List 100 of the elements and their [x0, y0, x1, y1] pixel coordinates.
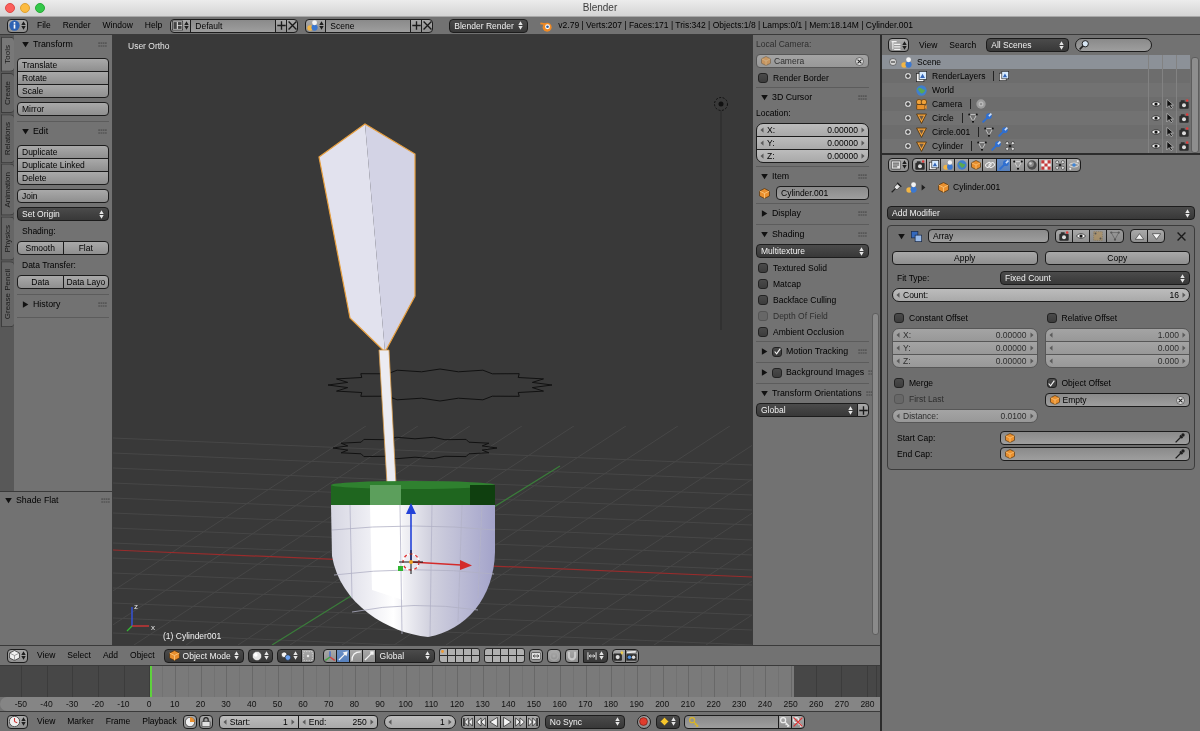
delete-button[interactable] — [286, 18, 299, 33]
layer-button[interactable] — [500, 656, 508, 662]
menu-item[interactable]: Select — [61, 650, 97, 661]
number-field[interactable]: X: 0.00000 — [756, 123, 869, 137]
expanded-icon[interactable] — [761, 94, 768, 101]
tree-row[interactable]: Camera — [882, 97, 1190, 111]
expand-icon[interactable] — [904, 72, 912, 80]
layer-button[interactable] — [439, 656, 447, 662]
editor-type-button[interactable] — [7, 18, 28, 33]
manipulator-button[interactable] — [322, 648, 337, 663]
viewport[interactable]: User Ortho z x (1) Cylinder001 — [113, 35, 752, 645]
layer-button[interactable] — [463, 656, 471, 662]
apply-button[interactable]: Apply — [892, 251, 1038, 265]
tool-button[interactable]: Flat — [62, 241, 109, 255]
vertex-triangle-icon[interactable] — [984, 127, 995, 137]
editor-type-button[interactable] — [7, 714, 28, 729]
editor-type-button[interactable] — [888, 38, 909, 52]
editor-type-button[interactable] — [7, 648, 28, 663]
layer-button[interactable] — [516, 656, 524, 662]
checkbox[interactable] — [758, 295, 768, 305]
checkbox-label[interactable]: Constant Offset — [909, 312, 968, 324]
editor-type-button[interactable] — [888, 157, 909, 172]
number-field[interactable]: Y: 0.00000 — [892, 341, 1038, 355]
panel-title[interactable]: Display — [772, 208, 801, 219]
tool-button[interactable]: Smooth — [17, 241, 64, 255]
modifier-name-field[interactable]: Array — [928, 229, 1049, 243]
toggle-button[interactable] — [1055, 229, 1073, 243]
layer-button[interactable] — [508, 649, 516, 655]
tool-button[interactable]: Mirror — [17, 102, 109, 116]
sync-dropdown[interactable]: No Sync — [544, 714, 625, 729]
expand-icon[interactable] — [904, 100, 912, 108]
menu-item[interactable]: Search — [943, 39, 983, 51]
number-field[interactable]: Z: 0.00000 — [756, 149, 869, 163]
checkbox-label[interactable]: First Last — [909, 393, 944, 405]
panel-title[interactable]: Edit — [33, 126, 49, 137]
pointer-icon[interactable] — [1164, 141, 1175, 151]
context-tab[interactable] — [1066, 157, 1081, 172]
panel-title[interactable]: History — [33, 299, 61, 310]
layer-button[interactable] — [447, 649, 455, 655]
pointer-icon[interactable] — [1164, 127, 1175, 137]
checkbox[interactable] — [758, 263, 768, 273]
panel-title[interactable]: Item — [772, 171, 790, 182]
menu-item[interactable]: Frame — [99, 716, 137, 727]
expanded-icon[interactable] — [898, 232, 905, 240]
panel-title[interactable]: Shade Flat — [16, 495, 59, 506]
checkbox-label[interactable]: Matcap — [773, 278, 801, 290]
expanded-icon[interactable] — [761, 173, 768, 180]
menu-item[interactable]: Add — [96, 650, 125, 661]
menu-item[interactable]: Help — [138, 20, 169, 31]
object-field[interactable] — [1000, 431, 1190, 445]
eyedropper-icon[interactable] — [1175, 449, 1185, 459]
shading-dropdown[interactable] — [247, 648, 273, 663]
tool-button[interactable]: Join — [17, 189, 109, 203]
toggle-button[interactable] — [1089, 229, 1107, 243]
shelf-tab[interactable]: Physics — [1, 216, 14, 261]
add-button[interactable] — [857, 403, 869, 417]
checkbox-label[interactable]: Render Border — [773, 72, 829, 84]
layer-button[interactable] — [500, 649, 508, 655]
frame-ruler[interactable]: -50 -40 -30 -20 -10 0 10 20 30 40 50 60 70 80 90 100 110 120 130 140 150 160 170 180 190 200 210 220 230 240 250 260 270 280 — [0, 697, 880, 711]
checkbox[interactable] — [772, 367, 782, 378]
expand-icon[interactable] — [904, 114, 912, 122]
shelf-tab[interactable]: Create — [1, 72, 14, 113]
camera-icon[interactable] — [1178, 113, 1189, 123]
panel-title[interactable]: Shading — [772, 229, 805, 240]
number-field[interactable]: X: 0.00000 — [892, 328, 1038, 342]
collapse-icon[interactable] — [889, 58, 897, 66]
checkbox[interactable] — [758, 279, 768, 289]
filter-dropdown[interactable]: All Scenes — [986, 38, 1070, 52]
shelf-tab[interactable]: Grease Pencil — [1, 261, 14, 328]
layer-button[interactable] — [447, 656, 455, 662]
jump-start-button[interactable] — [460, 714, 475, 729]
tool-button[interactable]: Duplicate — [17, 145, 109, 159]
checkbox-label[interactable]: Backface Culling — [773, 294, 837, 306]
checkbox-label[interactable]: Textured Solid — [773, 262, 827, 274]
camera-icon[interactable] — [1178, 99, 1189, 109]
shelf-tab[interactable]: Relations — [1, 113, 14, 164]
collapsed-icon[interactable] — [761, 348, 768, 355]
snap-element-dropdown[interactable] — [582, 648, 608, 663]
pointer-icon[interactable] — [1164, 113, 1175, 123]
preview-range-button[interactable] — [182, 714, 197, 729]
snap-button[interactable] — [564, 648, 579, 663]
panel-title[interactable]: 3D Cursor — [772, 92, 813, 103]
end-frame-field[interactable]: End: 250 — [297, 714, 378, 729]
checkbox[interactable] — [894, 378, 904, 388]
number-field[interactable]: 0.000 — [1044, 354, 1190, 368]
search-field[interactable] — [1075, 38, 1153, 52]
expand-icon[interactable] — [904, 142, 912, 150]
layer-button[interactable] — [484, 649, 492, 655]
render-still-button[interactable] — [611, 648, 626, 663]
tree-row[interactable]: Scene — [882, 55, 1190, 69]
add-modifier-dropdown[interactable]: Add Modifier — [887, 206, 1195, 220]
tool-button[interactable]: Duplicate Linked — [17, 158, 109, 172]
tool-button[interactable]: Data — [17, 275, 64, 289]
keying-set-field[interactable] — [683, 714, 779, 729]
fit-type-dropdown[interactable]: Fixed Count — [1000, 271, 1190, 285]
layer-button[interactable] — [492, 656, 500, 662]
shading-dropdown[interactable]: Multitexture — [756, 244, 869, 258]
tree-row[interactable]: RenderLayers — [882, 69, 1190, 83]
mode-dropdown[interactable]: Object Mode — [163, 648, 244, 663]
copy-button[interactable]: Copy — [1044, 251, 1190, 265]
